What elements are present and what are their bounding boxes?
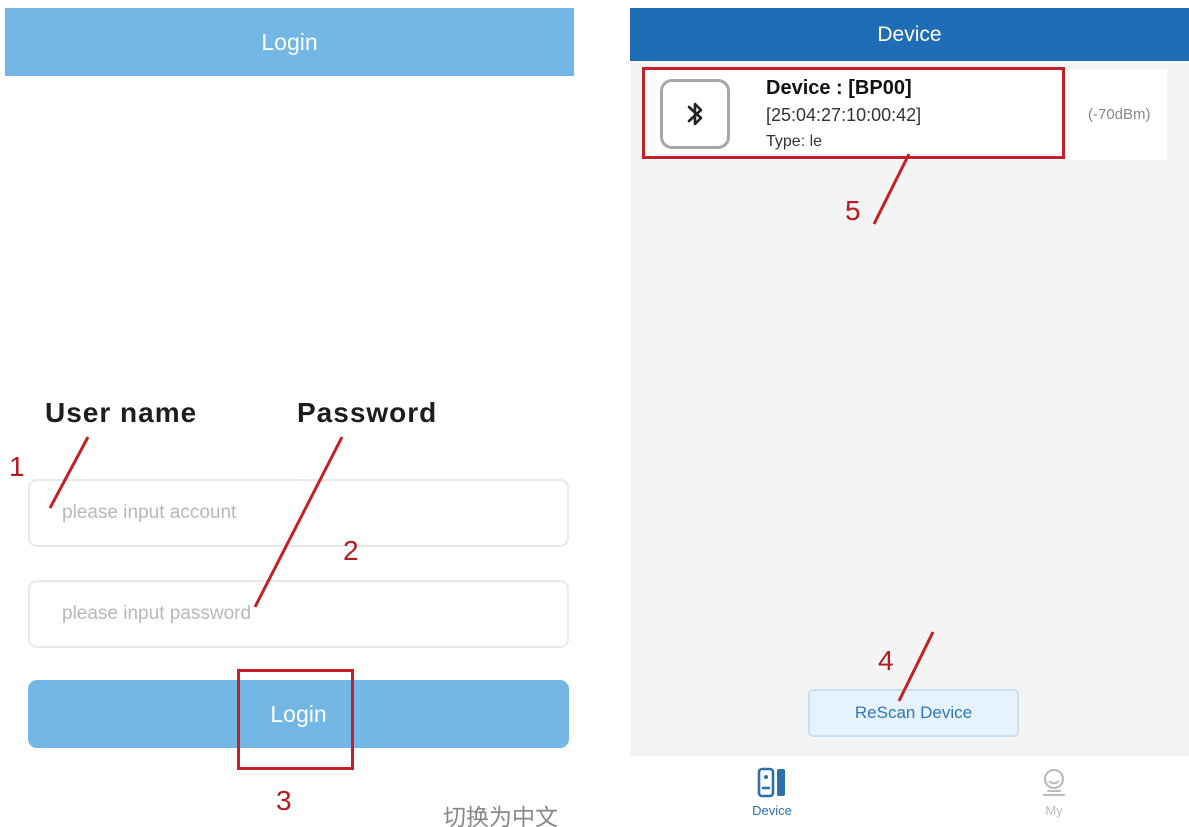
annotation-marker-5: 5 [845,195,861,226]
user-name-annotation: User name [45,397,198,428]
account-input[interactable]: please input account [28,479,569,547]
login-button-highlight [237,669,354,770]
user-icon [1042,768,1066,797]
rescan-device-button[interactable]: ReScan Device [808,689,1019,737]
annotation-marker-2: 2 [343,535,359,566]
device-icon [757,767,785,798]
nav-device-label: Device [752,803,792,818]
annotation-marker-1: 1 [9,451,25,482]
nav-device[interactable]: Device [732,766,812,822]
password-input[interactable]: please input password [28,580,569,648]
annotation-marker-4: 4 [878,645,894,676]
device-item-highlight [642,67,1065,159]
signal-strength: (-70dBm) [1088,106,1151,123]
annotation-marker-3: 3 [276,785,292,816]
language-toggle[interactable]: 切换为中文 [443,798,558,827]
login-header: Login [5,8,574,76]
nav-my[interactable]: My [1014,766,1094,822]
nav-my-label: My [1045,803,1063,818]
password-annotation: Password [297,397,438,428]
bottom-navigation: Device My [630,756,1189,827]
device-header: Device [630,8,1189,61]
